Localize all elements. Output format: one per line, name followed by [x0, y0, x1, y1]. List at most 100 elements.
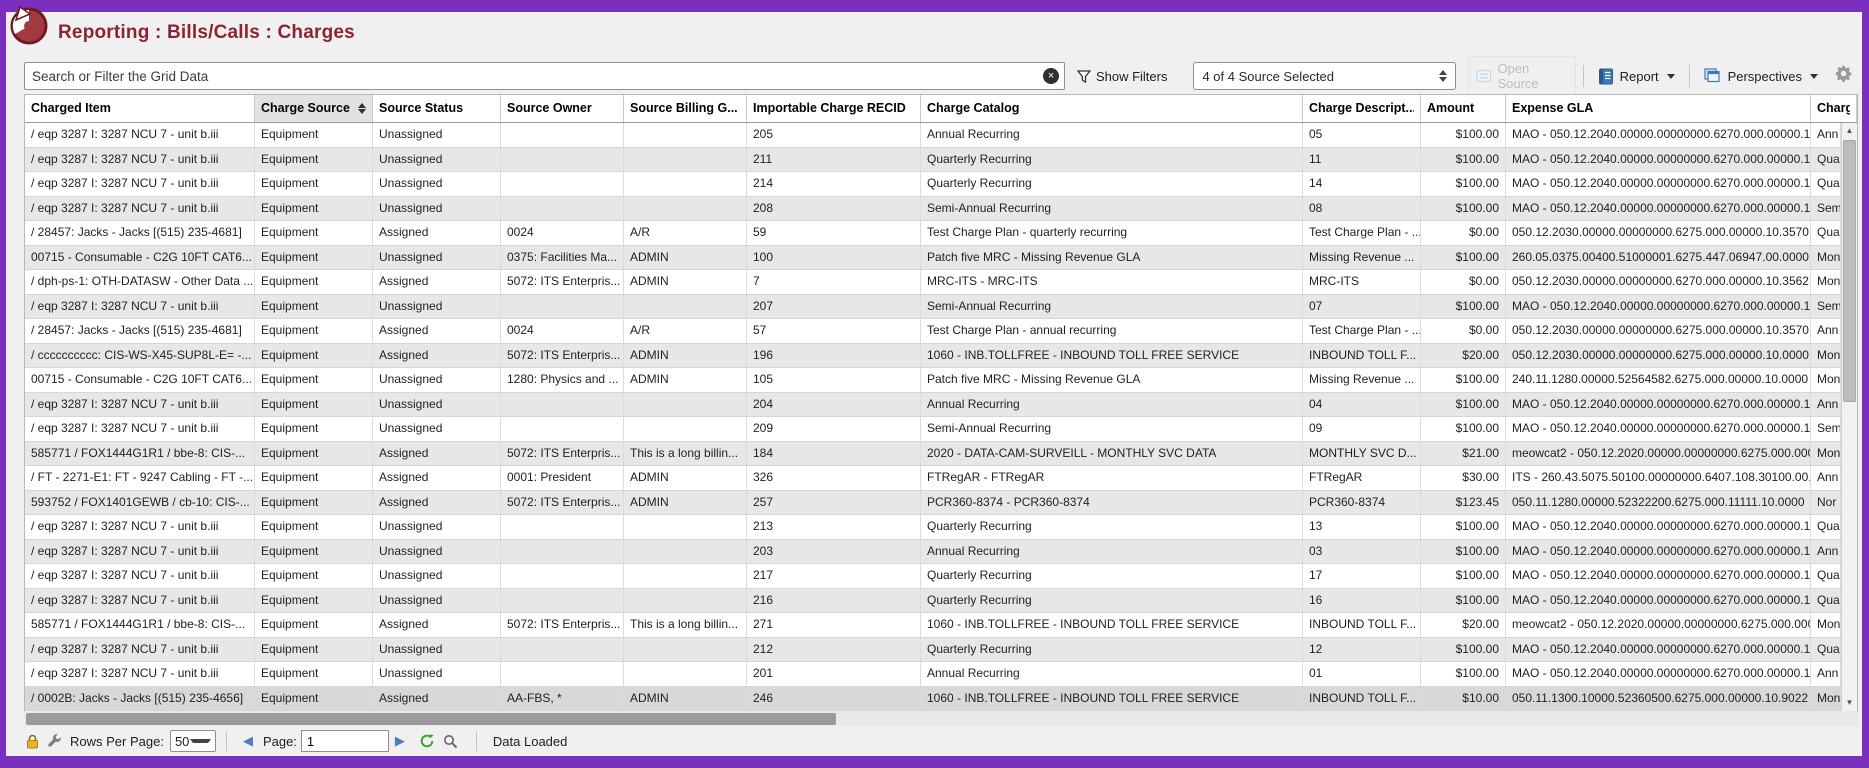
filter-funnel-icon[interactable]: [1077, 69, 1091, 84]
column-header-source-owner[interactable]: Source Owner: [501, 95, 624, 122]
table-row[interactable]: / eqp 3287 I: 3287 NCU 7 - unit b.iiiEqu…: [25, 589, 1841, 614]
settings-button[interactable]: [1835, 65, 1852, 87]
table-row[interactable]: / eqp 3287 I: 3287 NCU 7 - unit b.iiiEqu…: [25, 197, 1841, 222]
table-row[interactable]: / eqp 3287 I: 3287 NCU 7 - unit b.iiiEqu…: [25, 172, 1841, 197]
table-cell: $30.00: [1421, 466, 1506, 490]
table-cell: 246: [747, 687, 921, 711]
column-header-expense-gla[interactable]: Expense GLA: [1506, 95, 1811, 122]
table-cell: MAO - 050.12.2040.00000.00000000.6270.00…: [1506, 197, 1811, 221]
table-cell: ADMIN: [624, 368, 747, 392]
report-button[interactable]: Report: [1591, 64, 1682, 89]
refresh-button[interactable]: [419, 733, 435, 749]
table-row[interactable]: / 28457: Jacks - Jacks [(515) 235-4681]E…: [25, 319, 1841, 344]
column-header-amount[interactable]: Amount: [1421, 95, 1506, 122]
table-row[interactable]: / eqp 3287 I: 3287 NCU 7 - unit b.iiiEqu…: [25, 540, 1841, 565]
column-header-source-billing-g[interactable]: Source Billing G...: [624, 95, 747, 122]
column-header-charge-source[interactable]: Charge Source: [255, 95, 373, 122]
column-header-charge-catalog[interactable]: Charge Catalog: [921, 95, 1303, 122]
zoom-button[interactable]: [443, 734, 458, 749]
table-cell: / eqp 3287 I: 3287 NCU 7 - unit b.iii: [25, 197, 255, 221]
table-cell: 212: [747, 638, 921, 662]
tools-button[interactable]: [47, 734, 62, 749]
scroll-down-icon[interactable]: ▼: [1842, 695, 1857, 711]
table-row[interactable]: / eqp 3287 I: 3287 NCU 7 - unit b.iiiEqu…: [25, 417, 1841, 442]
table-cell: $100.00: [1421, 123, 1506, 147]
table-row[interactable]: 593752 / FOX1401GEWB / cb-10: CIS-...Equ…: [25, 491, 1841, 516]
table-row[interactable]: / cccccccccc: CIS-WS-X45-SUP8L-E= -...Eq…: [25, 344, 1841, 369]
table-cell: Equipment: [255, 638, 373, 662]
table-cell: Mon: [1811, 687, 1841, 711]
vertical-scrollbar[interactable]: ▲ ▼: [1841, 123, 1857, 711]
vertical-scrollbar-thumb[interactable]: [1843, 140, 1856, 402]
table-cell: Equipment: [255, 589, 373, 613]
horizontal-scrollbar[interactable]: [24, 711, 1858, 726]
column-header-label: Expense GLA: [1512, 95, 1804, 122]
table-cell: INBOUND TOLL F...: [1303, 344, 1421, 368]
table-cell: 14: [1303, 172, 1421, 196]
table-row[interactable]: / eqp 3287 I: 3287 NCU 7 - unit b.iiiEqu…: [25, 393, 1841, 418]
open-source-button[interactable]: Open Source: [1468, 56, 1576, 96]
table-row[interactable]: 00715 - Consumable - C2G 10FT CAT6...Equ…: [25, 368, 1841, 393]
table-cell: 257: [747, 491, 921, 515]
column-header-source-status[interactable]: Source Status: [373, 95, 501, 122]
table-row[interactable]: / 28457: Jacks - Jacks [(515) 235-4681]E…: [25, 221, 1841, 246]
table-cell: INBOUND TOLL F...: [1303, 687, 1421, 711]
table-cell: Equipment: [255, 270, 373, 294]
column-header-charged-item[interactable]: Charged Item: [25, 95, 255, 122]
show-filters-button[interactable]: Show Filters: [1096, 69, 1168, 84]
table-row[interactable]: / eqp 3287 I: 3287 NCU 7 - unit b.iiiEqu…: [25, 515, 1841, 540]
table-cell: Sem: [1811, 197, 1841, 221]
table-cell: Mon: [1811, 246, 1841, 270]
table-cell: $100.00: [1421, 393, 1506, 417]
table-cell: 08: [1303, 197, 1421, 221]
page-number-input[interactable]: [301, 730, 389, 752]
scroll-up-icon[interactable]: ▲: [1842, 123, 1857, 139]
table-row[interactable]: / dph-ps-1: OTH-DATASW - Other Data ...E…: [25, 270, 1841, 295]
source-selector-value: 4 of 4 Source Selected: [1202, 69, 1438, 84]
table-row[interactable]: / eqp 3287 I: 3287 NCU 7 - unit b.iiiEqu…: [25, 564, 1841, 589]
table-cell: 260.05.0375.00400.51000001.6275.447.0694…: [1506, 246, 1811, 270]
table-row[interactable]: / 0002B: Jacks - Jacks [(515) 235-4656]E…: [25, 687, 1841, 712]
clear-search-icon[interactable]: ×: [1043, 68, 1059, 84]
chevron-down-icon: [1667, 74, 1675, 79]
table-cell: Ann: [1811, 540, 1841, 564]
table-cell: Assigned: [373, 466, 501, 490]
table-cell: $20.00: [1421, 613, 1506, 637]
horizontal-scrollbar-thumb[interactable]: [26, 713, 836, 725]
column-header-charge-descript[interactable]: Charge Descript...: [1303, 95, 1421, 122]
table-row[interactable]: / eqp 3287 I: 3287 NCU 7 - unit b.iiiEqu…: [25, 295, 1841, 320]
table-row[interactable]: 585771 / FOX1444G1R1 / bbe-8: CIS-...Equ…: [25, 442, 1841, 467]
table-cell: 0001: President: [501, 466, 624, 490]
table-cell: Test Charge Plan - ...: [1303, 319, 1421, 343]
table-row[interactable]: / eqp 3287 I: 3287 NCU 7 - unit b.iiiEqu…: [25, 148, 1841, 173]
sort-icon: [358, 103, 366, 114]
next-page-icon[interactable]: ▶: [389, 733, 411, 749]
table-cell: 205: [747, 123, 921, 147]
table-cell: $123.45: [1421, 491, 1506, 515]
column-header-charge[interactable]: Charge: [1811, 95, 1857, 122]
column-header-importable-charge-recid[interactable]: Importable Charge RECID: [747, 95, 921, 122]
perspectives-button[interactable]: Perspectives: [1697, 64, 1825, 88]
prev-page-icon[interactable]: ◀: [237, 733, 259, 749]
table-cell: / eqp 3287 I: 3287 NCU 7 - unit b.iii: [25, 393, 255, 417]
lock-button[interactable]: [26, 734, 39, 749]
table-row[interactable]: 585771 / FOX1444G1R1 / bbe-8: CIS-...Equ…: [25, 613, 1841, 638]
table-cell: MAO - 050.12.2040.00000.00000000.6270.00…: [1506, 662, 1811, 686]
table-cell: 5072: ITS Enterpris...: [501, 270, 624, 294]
table-row[interactable]: / eqp 3287 I: 3287 NCU 7 - unit b.iiiEqu…: [25, 662, 1841, 687]
table-row[interactable]: / FT - 2271-E1: FT - 9247 Cabling - FT -…: [25, 466, 1841, 491]
source-selector-dropdown[interactable]: 4 of 4 Source Selected: [1193, 62, 1455, 90]
table-cell: / 28457: Jacks - Jacks [(515) 235-4681]: [25, 221, 255, 245]
table-cell: Patch five MRC - Missing Revenue GLA: [921, 368, 1303, 392]
search-input[interactable]: [24, 62, 1065, 90]
table-cell: MRC-ITS: [1303, 270, 1421, 294]
table-cell: Equipment: [255, 540, 373, 564]
table-cell: / eqp 3287 I: 3287 NCU 7 - unit b.iii: [25, 123, 255, 147]
table-row[interactable]: 00715 - Consumable - C2G 10FT CAT6...Equ…: [25, 246, 1841, 271]
table-cell: Unassigned: [373, 148, 501, 172]
table-cell: MAO - 050.12.2040.00000.00000000.6270.00…: [1506, 540, 1811, 564]
rows-per-page-select[interactable]: 50: [170, 730, 216, 752]
table-cell: Qua: [1811, 515, 1841, 539]
table-row[interactable]: / eqp 3287 I: 3287 NCU 7 - unit b.iiiEqu…: [25, 123, 1841, 148]
table-row[interactable]: / eqp 3287 I: 3287 NCU 7 - unit b.iiiEqu…: [25, 638, 1841, 663]
